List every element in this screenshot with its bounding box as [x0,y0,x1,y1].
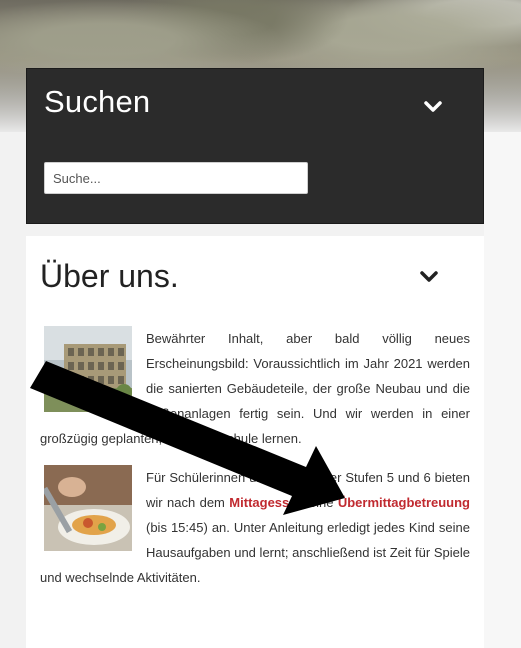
about-paragraph-1: Bewährter Inhalt, aber bald völlig neues… [40,326,470,451]
chevron-down-icon[interactable] [424,98,442,116]
page-edge [484,132,521,648]
chevron-down-icon[interactable] [420,268,438,286]
about-title: Über uns. [40,258,179,294]
search-title: Suchen [44,84,151,119]
lunch-photo [41,465,132,551]
building-photo [44,326,132,412]
about-widget: Über uns. Bewährter Inhalt, aber bald vö… [26,236,484,648]
afternoon-care-link[interactable]: Übermittagbetreuung [338,495,470,510]
about-content: Bewährter Inhalt, aber bald völlig neues… [40,326,470,604]
lunch-link[interactable]: Mittagessen [229,495,304,510]
search-widget: Suchen [26,68,484,224]
search-input[interactable] [44,162,308,194]
about-paragraph-2: Für Schülerinnen und Schüler der Stufen … [40,465,470,590]
about-paragraph-2-text-b: eine [304,495,338,510]
